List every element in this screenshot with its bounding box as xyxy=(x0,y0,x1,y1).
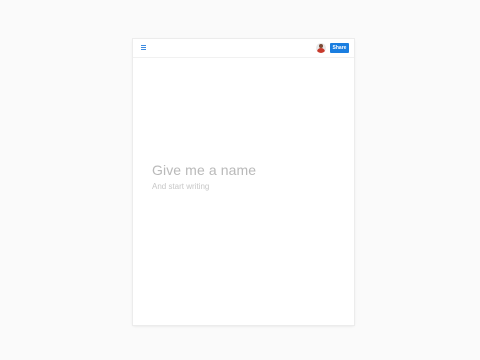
menu-line xyxy=(141,45,146,46)
share-button[interactable]: Share xyxy=(330,43,349,53)
menu-line xyxy=(141,47,146,48)
stage: Share Give me a name And start writing xyxy=(0,0,480,360)
user-avatar-icon[interactable] xyxy=(316,43,326,53)
hamburger-menu-icon[interactable] xyxy=(141,45,146,50)
document-toolbar: Share xyxy=(133,39,354,58)
document-body-placeholder[interactable]: And start writing xyxy=(152,182,209,191)
menu-line xyxy=(141,49,146,50)
avatar-body xyxy=(317,48,325,53)
document-card: Share Give me a name And start writing xyxy=(133,39,354,325)
document-title-placeholder[interactable]: Give me a name xyxy=(152,162,256,178)
